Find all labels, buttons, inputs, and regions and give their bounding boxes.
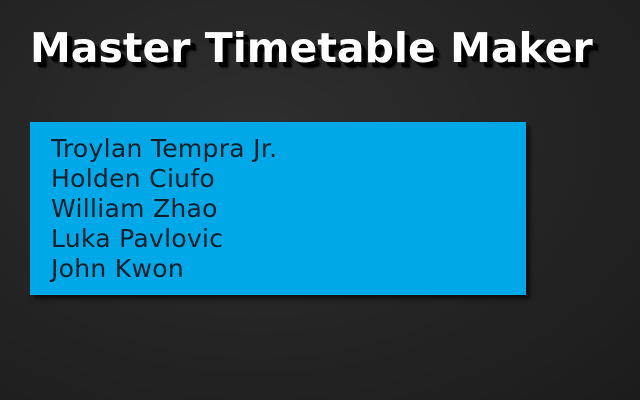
app-title: Master Timetable Maker (30, 24, 593, 72)
credit-name: John Kwon (51, 254, 184, 283)
credit-name: William Zhao (51, 194, 218, 223)
credit-name: Troylan Tempra Jr. (51, 134, 278, 163)
credits-panel: Troylan Tempra Jr. Holden Ciufo William … (30, 122, 526, 295)
credit-name: Holden Ciufo (51, 164, 216, 193)
credit-name: Luka Pavlovic (51, 224, 224, 253)
